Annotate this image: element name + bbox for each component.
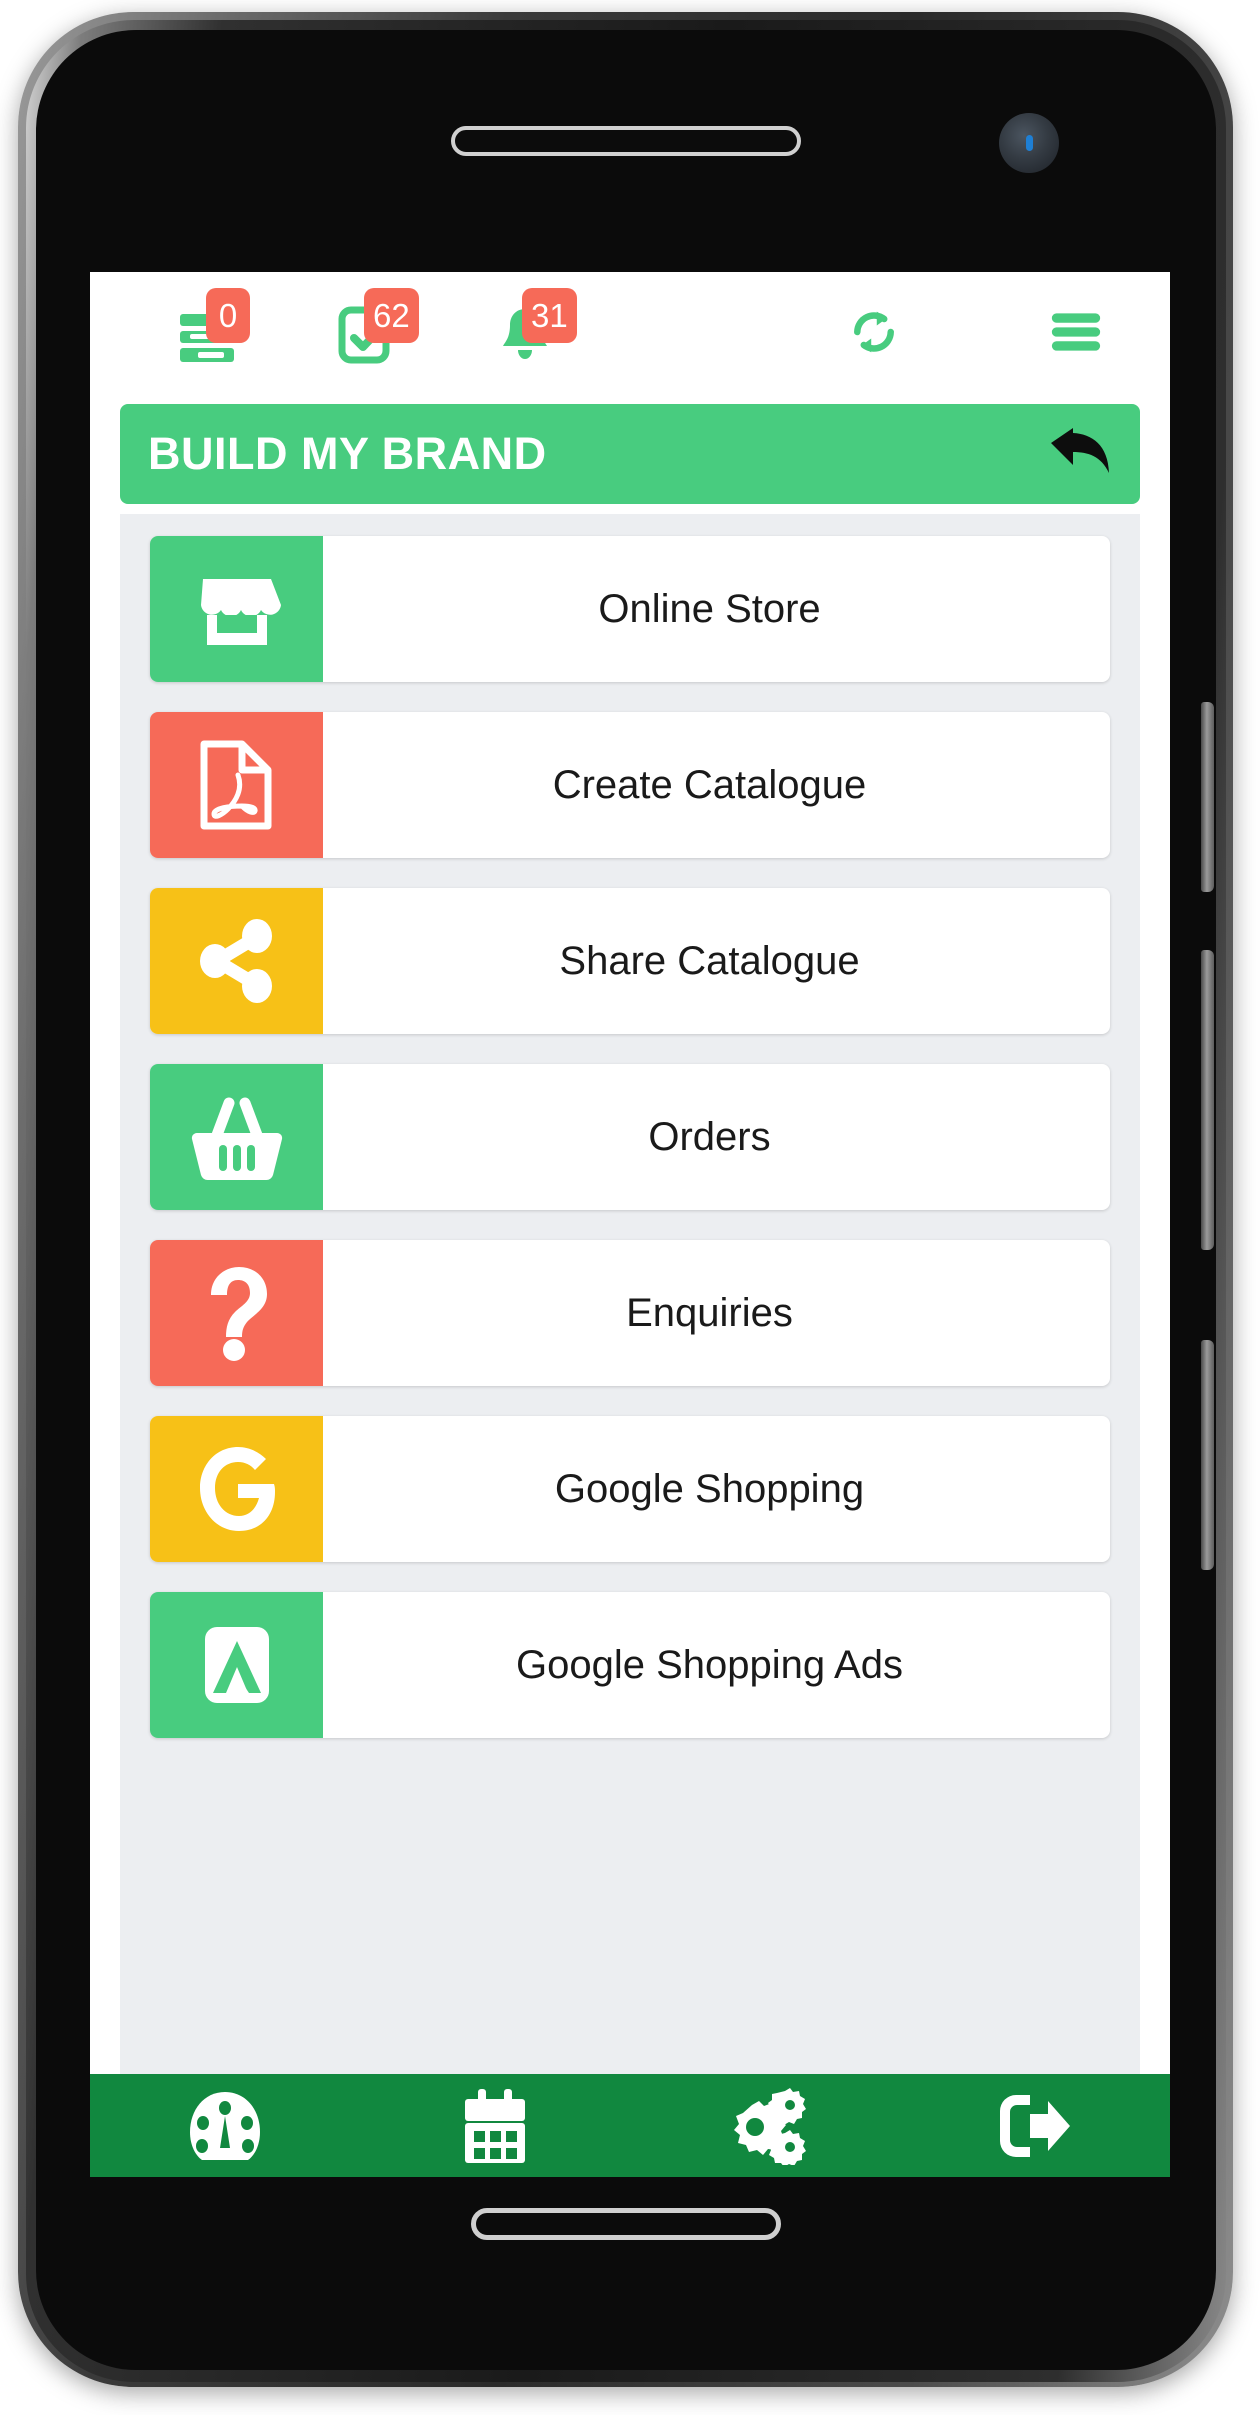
- power-button[interactable]: [1201, 950, 1214, 1250]
- nav-item-logout[interactable]: [900, 2074, 1170, 2177]
- menu-item-icon-tile: [150, 888, 323, 1034]
- gears-icon: [734, 2087, 806, 2165]
- menu-item-icon-tile: [150, 1416, 323, 1562]
- menu-item-share-catalogue[interactable]: Share Catalogue: [150, 888, 1110, 1034]
- page-title-bar: BUILD MY BRAND: [120, 404, 1140, 504]
- menu-item-online-store[interactable]: Online Store: [150, 536, 1110, 682]
- calendar-icon: [465, 2088, 525, 2163]
- home-button-bar[interactable]: [471, 2208, 781, 2240]
- back-arrow-icon[interactable]: [1048, 427, 1112, 481]
- menu-item-label: Google Shopping: [554, 1466, 865, 1511]
- volume-button[interactable]: [1201, 702, 1214, 892]
- menu-item-icon-tile: [150, 1064, 323, 1210]
- earpiece-speaker: [451, 126, 801, 156]
- menu-item-google-shopping[interactable]: Google Shopping: [150, 1416, 1110, 1562]
- stacked-list-icon-button[interactable]: 0: [180, 288, 250, 364]
- notification-bell-badge: 31: [522, 288, 577, 343]
- menu-item-icon-tile: [150, 1240, 323, 1386]
- menu-item-label: Orders: [648, 1114, 771, 1159]
- share-nodes-icon: [199, 919, 272, 1003]
- notification-bell-icon-button[interactable]: 31: [496, 288, 577, 364]
- front-camera: [999, 113, 1059, 173]
- question-mark-icon: [210, 1267, 267, 1361]
- menu-item-label: Create Catalogue: [552, 762, 867, 807]
- side-button[interactable]: [1201, 1340, 1214, 1570]
- menu-item-create-catalogue[interactable]: Create Catalogue: [150, 712, 1110, 858]
- pdf-file-icon: [200, 740, 271, 830]
- phone-mockup-stage: 0 62 31 BUILD MY BRAND Online Store Crea…: [0, 0, 1260, 2415]
- logout-icon: [1000, 2094, 1070, 2157]
- phone-body: 0 62 31 BUILD MY BRAND Online Store Crea…: [36, 30, 1216, 2370]
- refresh-icon[interactable]: [848, 306, 900, 358]
- shopping-basket-icon: [191, 1097, 282, 1181]
- menu-list-wrap: Online Store Create Catalogue Share Cata…: [90, 514, 1170, 2074]
- speedometer-icon: [190, 2091, 260, 2160]
- menu-item-label: Online Store: [598, 586, 821, 631]
- page-title-strip: BUILD MY BRAND: [90, 392, 1170, 514]
- menu-item-orders[interactable]: Orders: [150, 1064, 1110, 1210]
- nav-item-calendar[interactable]: [360, 2074, 630, 2177]
- nav-item-dashboard[interactable]: [90, 2074, 360, 2177]
- menu-item-google-shopping-ads[interactable]: Google Shopping Ads: [150, 1592, 1110, 1738]
- menu-item-enquiries[interactable]: Enquiries: [150, 1240, 1110, 1386]
- menu-item-label: Share Catalogue: [559, 938, 860, 983]
- topbar-action-group: [848, 306, 1140, 358]
- hamburger-menu-icon[interactable]: [1050, 306, 1102, 358]
- app-topbar: 0 62 31: [90, 272, 1170, 392]
- storefront-icon: [200, 579, 281, 645]
- app-screen: 0 62 31 BUILD MY BRAND Online Store Crea…: [90, 272, 1170, 2177]
- nav-item-settings[interactable]: [630, 2074, 900, 2177]
- task-checklist-badge: 62: [364, 288, 419, 343]
- camera-lens: [1025, 135, 1033, 151]
- menu-item-label: Enquiries: [626, 1290, 793, 1335]
- menu-item-icon-tile: [150, 1592, 323, 1738]
- adwords-a-icon: [204, 1627, 269, 1703]
- topbar-icon-group: 0 62 31: [180, 288, 577, 364]
- page-title: BUILD MY BRAND: [148, 428, 547, 479]
- menu-item-icon-tile: [150, 536, 323, 682]
- task-checklist-icon-button[interactable]: 62: [338, 288, 419, 364]
- menu-list: Online Store Create Catalogue Share Cata…: [120, 514, 1140, 2074]
- menu-item-label: Google Shopping Ads: [516, 1642, 903, 1687]
- stacked-list-badge: 0: [206, 288, 250, 343]
- bottom-navigation-bar: [90, 2074, 1170, 2177]
- menu-item-icon-tile: [150, 712, 323, 858]
- google-g-icon: [199, 1447, 275, 1531]
